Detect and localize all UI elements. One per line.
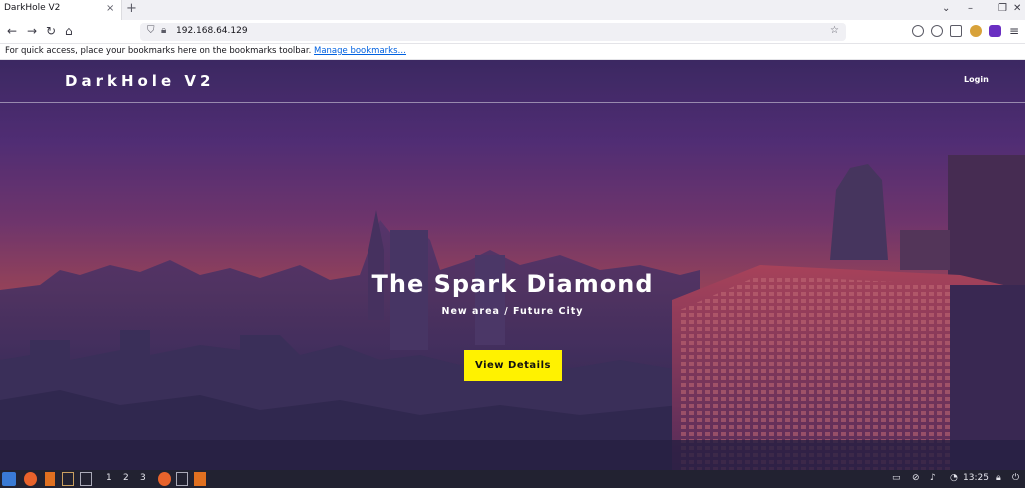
lock-icon[interactable]: 🔒︎ bbox=[161, 25, 166, 36]
bookmarks-hint: For quick access, place your bookmarks h… bbox=[5, 46, 406, 56]
browser-nav-bar: ← → ↻ ⌂ ⛉ 🔒︎ 192.168.64.129 ☆ ≡ bbox=[0, 20, 1025, 44]
tab-list-chevron-icon[interactable]: ⌄ bbox=[942, 3, 950, 14]
display-icon[interactable]: ▭ bbox=[892, 473, 901, 483]
clock-icon: ◔ bbox=[950, 473, 958, 483]
bookmark-star-icon[interactable]: ☆ bbox=[830, 25, 839, 36]
firefox-window-icon[interactable] bbox=[158, 472, 171, 486]
extension-fox-icon[interactable] bbox=[970, 25, 982, 37]
pocket-icon[interactable] bbox=[912, 25, 924, 37]
site-logo[interactable]: DarkHole V2 bbox=[65, 72, 214, 90]
reload-icon[interactable]: ↻ bbox=[46, 24, 56, 38]
files-icon[interactable] bbox=[62, 472, 74, 486]
url-bar[interactable]: ⛉ 🔒︎ 192.168.64.129 ☆ bbox=[140, 23, 846, 41]
lock-screen-icon[interactable]: 🔒︎ bbox=[996, 473, 1001, 483]
app-menu-icon[interactable] bbox=[2, 472, 16, 486]
site-header: DarkHole V2 Login bbox=[0, 60, 1025, 103]
os-taskbar: 1 2 3 ▭ ⊘ ♪ ◔ 13:25 🔒︎ ⏻ bbox=[0, 470, 1025, 488]
minimize-icon[interactable]: – bbox=[968, 3, 973, 14]
bookmarks-hint-text: For quick access, place your bookmarks h… bbox=[5, 46, 312, 56]
city-skyline-image bbox=[0, 60, 1025, 470]
workspace-3[interactable]: 3 bbox=[140, 473, 146, 483]
firefox-icon[interactable] bbox=[24, 472, 37, 486]
back-icon[interactable]: ← bbox=[7, 24, 17, 38]
menu-icon[interactable]: ≡ bbox=[1009, 24, 1019, 38]
hero-title: The Spark Diamond bbox=[371, 270, 654, 298]
home-icon[interactable]: ⌂ bbox=[65, 24, 73, 38]
workspace-2[interactable]: 2 bbox=[123, 473, 129, 483]
url-text[interactable]: 192.168.64.129 bbox=[176, 26, 248, 36]
shield-icon[interactable]: ⛉ bbox=[147, 25, 155, 36]
logout-icon[interactable]: ⏻ bbox=[1012, 473, 1019, 483]
burp-window-icon[interactable] bbox=[194, 472, 206, 486]
login-link[interactable]: Login bbox=[964, 75, 989, 84]
extension-purple-icon[interactable] bbox=[989, 25, 1001, 37]
hero-section: DarkHole V2 Login The Spark Diamond New … bbox=[0, 60, 1025, 470]
view-details-button[interactable]: View Details bbox=[464, 350, 562, 381]
extensions-icon[interactable] bbox=[950, 25, 962, 37]
tab-close-icon[interactable]: × bbox=[106, 3, 114, 14]
maximize-icon[interactable]: ❐ bbox=[998, 3, 1007, 14]
terminal-window-icon[interactable] bbox=[176, 472, 188, 486]
browser-tab-active[interactable]: DarkHole V2 × bbox=[0, 0, 122, 20]
close-window-icon[interactable]: ✕ bbox=[1013, 3, 1021, 14]
workspace-1[interactable]: 1 bbox=[106, 473, 112, 483]
hero-subtitle: New area / Future City bbox=[441, 306, 584, 317]
browser-tab-bar: DarkHole V2 × + ⌄ – ❐ ✕ bbox=[0, 0, 1025, 20]
bookmarks-bar: For quick access, place your bookmarks h… bbox=[0, 44, 1025, 60]
forward-icon[interactable]: → bbox=[27, 24, 37, 38]
network-off-icon[interactable]: ⊘ bbox=[912, 473, 920, 483]
account-icon[interactable] bbox=[931, 25, 943, 37]
tab-title: DarkHole V2 bbox=[4, 3, 61, 13]
new-tab-button[interactable]: + bbox=[126, 1, 137, 16]
notification-bell-icon[interactable]: ♪ bbox=[930, 473, 936, 483]
clock-text[interactable]: 13:25 bbox=[963, 473, 989, 483]
terminal-icon[interactable] bbox=[80, 472, 92, 486]
manage-bookmarks-link[interactable]: Manage bookmarks… bbox=[314, 46, 406, 56]
burp-icon[interactable] bbox=[45, 472, 55, 486]
